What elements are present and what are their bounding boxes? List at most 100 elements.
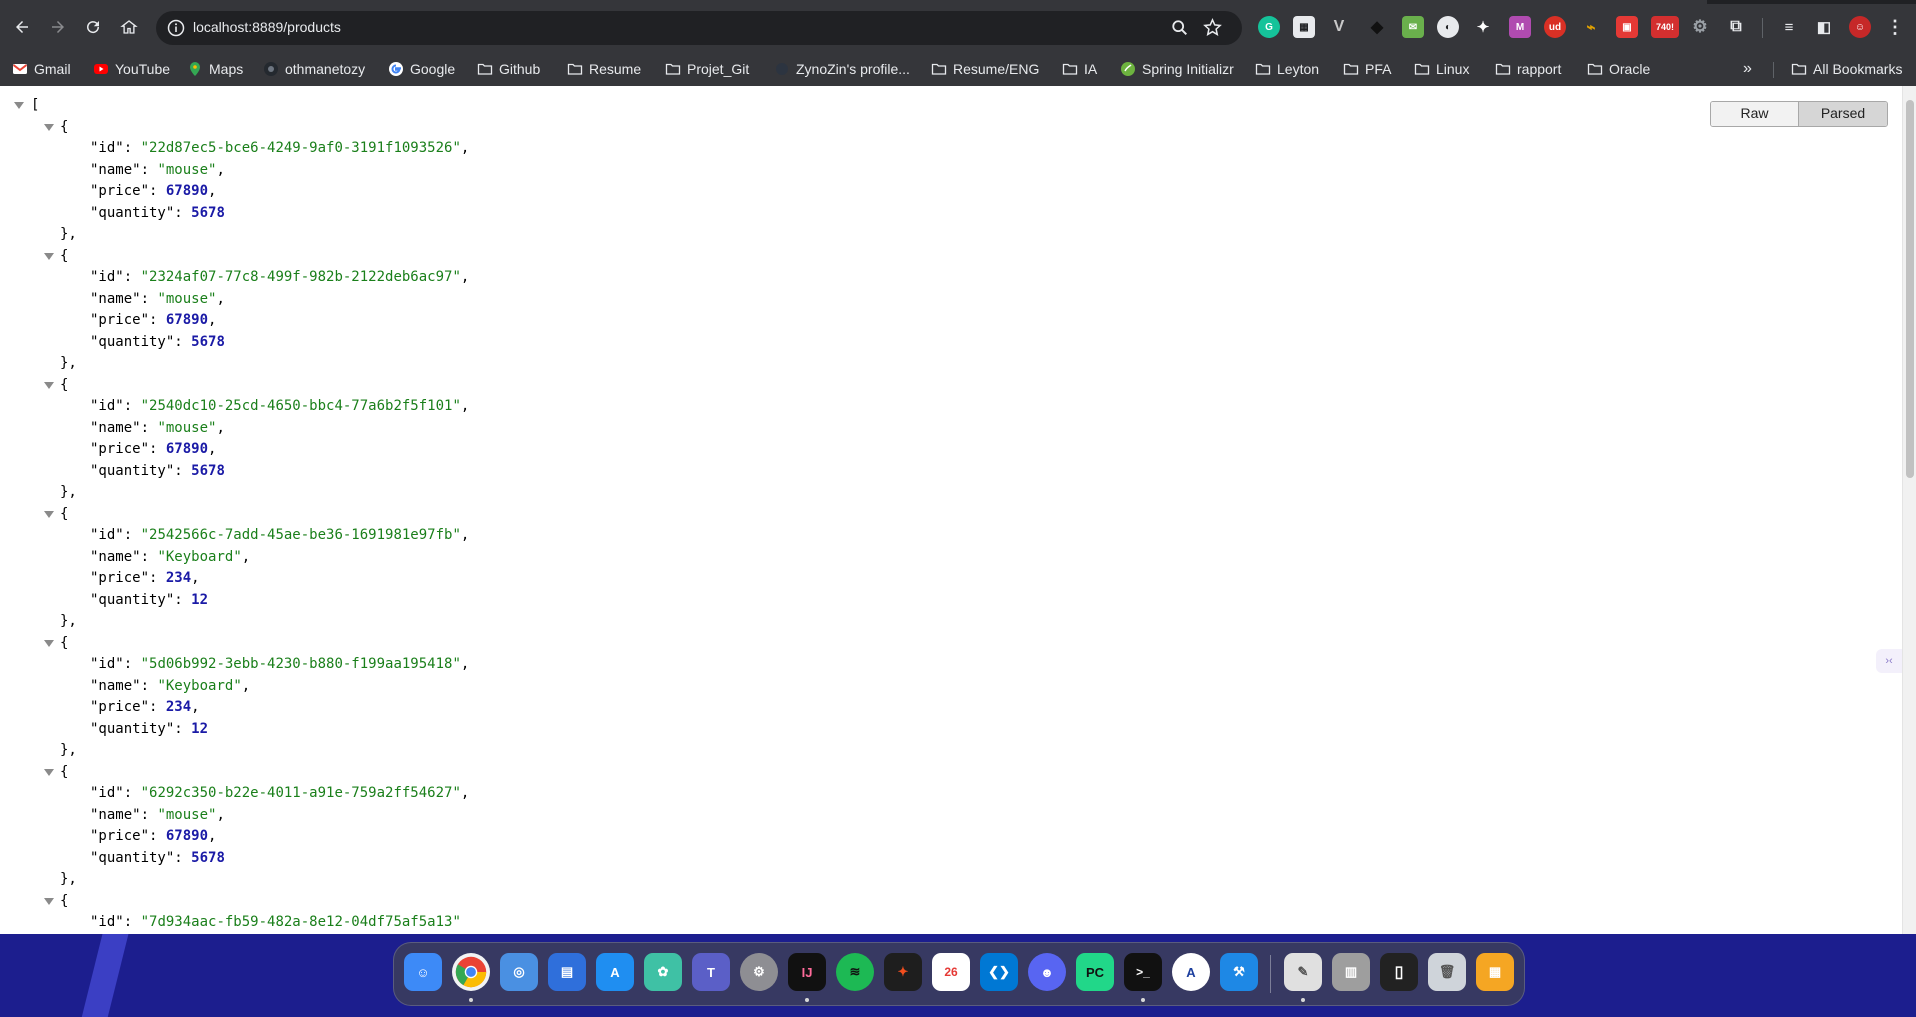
profile-avatar[interactable]: ☺ bbox=[1849, 16, 1871, 38]
teams-icon[interactable]: T bbox=[692, 953, 730, 991]
bookmark-folder-linux[interactable]: Linux bbox=[1414, 58, 1469, 80]
bookmarks-bar: Gmail YouTube Maps othmanetozy Google Gi… bbox=[0, 54, 1916, 84]
preview-icon[interactable]: ◎ bbox=[500, 953, 538, 991]
chrome-icon[interactable] bbox=[452, 953, 490, 991]
dark-extension-icon[interactable]: ◆ bbox=[1366, 16, 1388, 38]
json-field-price: "price": 67890, bbox=[90, 439, 216, 459]
figma-icon[interactable]: ✦ bbox=[884, 953, 922, 991]
bookmark-maps[interactable]: Maps bbox=[187, 58, 243, 80]
bookmark-folder-projet-git[interactable]: Projet_Git bbox=[665, 58, 749, 80]
json-quote: " bbox=[140, 527, 150, 543]
bookmark-label: rapport bbox=[1517, 61, 1562, 77]
reload-button[interactable] bbox=[78, 12, 108, 42]
bookmark-zynozin-profile[interactable]: ZynoZin's profile... bbox=[774, 58, 910, 80]
terminal-icon[interactable]: >_ bbox=[1124, 953, 1162, 991]
collapse-toggle-icon[interactable] bbox=[44, 510, 54, 518]
json-key: "quantity": bbox=[90, 204, 192, 221]
site-info-icon[interactable] bbox=[166, 18, 186, 38]
all-bookmarks-button[interactable]: All Bookmarks bbox=[1791, 58, 1902, 80]
reading-list-icon[interactable]: ≡ bbox=[1778, 16, 1800, 38]
folder-icon bbox=[1343, 61, 1359, 77]
json-quote: " bbox=[157, 419, 166, 436]
calendar-icon[interactable]: 26 bbox=[932, 953, 970, 991]
grammarly-extension-icon[interactable]: G bbox=[1258, 16, 1280, 38]
xcode-icon[interactable]: ⚒ bbox=[1220, 953, 1258, 991]
logo-extension-icon[interactable]: ✦ bbox=[1472, 16, 1494, 38]
circle-extension-icon[interactable]: ◐ bbox=[1437, 16, 1459, 38]
scrollbar-thumb[interactable] bbox=[1906, 100, 1914, 478]
zoom-icon[interactable] bbox=[1171, 19, 1189, 37]
collapse-toggle-icon[interactable] bbox=[44, 897, 54, 905]
home-button[interactable] bbox=[114, 12, 144, 42]
vue-devtools-extension-icon[interactable]: V bbox=[1328, 16, 1350, 38]
slide-extension-icon[interactable]: ⌁ bbox=[1580, 16, 1602, 38]
bookmark-othmanetozy[interactable]: othmanetozy bbox=[263, 58, 365, 80]
app-store-icon[interactable]: A bbox=[596, 953, 634, 991]
json-string-value: 2542566c-7add-45ae-be36-1691981e97fb bbox=[149, 527, 453, 543]
json-quote: " bbox=[157, 290, 166, 307]
active-tab-edge[interactable] bbox=[0, 0, 1707, 4]
purple-extension-icon[interactable]: M bbox=[1509, 16, 1531, 38]
bookmark-folder-github[interactable]: Github bbox=[477, 58, 540, 80]
bookmark-folder-resume-eng[interactable]: Resume/ENG bbox=[931, 58, 1039, 80]
bookmark-folder-resume[interactable]: Resume bbox=[567, 58, 641, 80]
address-bar[interactable]: localhost:8889/products bbox=[156, 11, 1242, 45]
bookmark-folder-pfa[interactable]: PFA bbox=[1343, 58, 1391, 80]
vertical-scrollbar[interactable] bbox=[1902, 86, 1916, 934]
collapse-toggle-icon[interactable] bbox=[44, 768, 54, 776]
forward-button[interactable] bbox=[43, 12, 73, 42]
intellij-icon[interactable]: IJ bbox=[788, 953, 826, 991]
google-icon bbox=[388, 61, 404, 77]
chatgpt-icon[interactable]: ✿ bbox=[644, 953, 682, 991]
extensions-puzzle-icon[interactable]: ⧉ bbox=[1725, 16, 1747, 38]
system-settings-icon[interactable]: ⚙ bbox=[740, 953, 778, 991]
qr-code-extension-icon[interactable]: ▦ bbox=[1293, 16, 1315, 38]
badge-extension-icon[interactable]: 740! bbox=[1651, 16, 1679, 38]
mail-extension-icon[interactable]: ✉ bbox=[1402, 16, 1424, 38]
trash-icon[interactable]: 🗑 bbox=[1428, 953, 1466, 991]
bookmark-google[interactable]: Google bbox=[388, 58, 455, 80]
pycharm-icon[interactable]: PC bbox=[1076, 953, 1114, 991]
bookmark-folder-leyton[interactable]: Leyton bbox=[1255, 58, 1319, 80]
ublock-extension-icon[interactable]: ud bbox=[1544, 16, 1566, 38]
url-text[interactable]: localhost:8889/products bbox=[193, 19, 341, 35]
red-extension-icon[interactable]: ▣ bbox=[1616, 16, 1638, 38]
disk-utility-icon[interactable]: ▥ bbox=[1332, 953, 1370, 991]
side-panel-icon[interactable]: ◧ bbox=[1813, 16, 1835, 38]
back-button[interactable] bbox=[7, 12, 37, 42]
spotify-icon[interactable]: ≋ bbox=[836, 953, 874, 991]
bookmark-youtube[interactable]: YouTube bbox=[93, 58, 170, 80]
pages-icon[interactable]: ▤ bbox=[548, 953, 586, 991]
vscode-icon[interactable]: ❮❯ bbox=[980, 953, 1018, 991]
collapse-toggle-icon[interactable] bbox=[44, 639, 54, 647]
bookmarks-overflow-chevron-icon[interactable]: » bbox=[1743, 58, 1752, 80]
discord-icon[interactable]: ☻ bbox=[1028, 953, 1066, 991]
menu-kebab-icon[interactable]: ⋮ bbox=[1884, 16, 1906, 38]
bookmark-star-icon[interactable] bbox=[1203, 18, 1222, 37]
bookmark-folder-ia[interactable]: IA bbox=[1062, 58, 1097, 80]
json-number-value: 234 bbox=[165, 699, 192, 715]
toolbar-divider bbox=[1762, 18, 1763, 38]
side-widget-icon[interactable]: ›‹ bbox=[1876, 649, 1902, 673]
bookmark-spring-initializr[interactable]: Spring Initializr bbox=[1120, 58, 1234, 80]
finder-icon[interactable]: ☺ bbox=[404, 953, 442, 991]
altair-icon[interactable]: A bbox=[1172, 953, 1210, 991]
bookmark-folder-rapport[interactable]: rapport bbox=[1495, 58, 1561, 80]
json-comma: , bbox=[460, 398, 470, 414]
collapse-toggle-icon[interactable] bbox=[14, 102, 24, 109]
collapse-toggle-icon[interactable] bbox=[44, 252, 54, 260]
github-icon bbox=[263, 61, 279, 77]
iphone-mirroring-icon[interactable]: ▯ bbox=[1380, 953, 1418, 991]
json-object-open: { bbox=[60, 246, 68, 266]
collapse-toggle-icon[interactable] bbox=[44, 123, 54, 131]
json-key: "quantity": bbox=[90, 333, 192, 350]
raw-button[interactable]: Raw bbox=[1711, 102, 1799, 126]
bookmark-gmail[interactable]: Gmail bbox=[12, 58, 71, 80]
collapse-toggle-icon[interactable] bbox=[44, 381, 54, 389]
json-key: "name": bbox=[90, 419, 158, 436]
launchpad-icon[interactable]: ▦ bbox=[1476, 953, 1514, 991]
bookmark-folder-oracle[interactable]: Oracle bbox=[1587, 58, 1650, 80]
parsed-button[interactable]: Parsed bbox=[1799, 102, 1887, 126]
gear-extension-icon[interactable]: ⚙ bbox=[1689, 16, 1711, 38]
textedit-icon[interactable]: ✎ bbox=[1284, 953, 1322, 991]
